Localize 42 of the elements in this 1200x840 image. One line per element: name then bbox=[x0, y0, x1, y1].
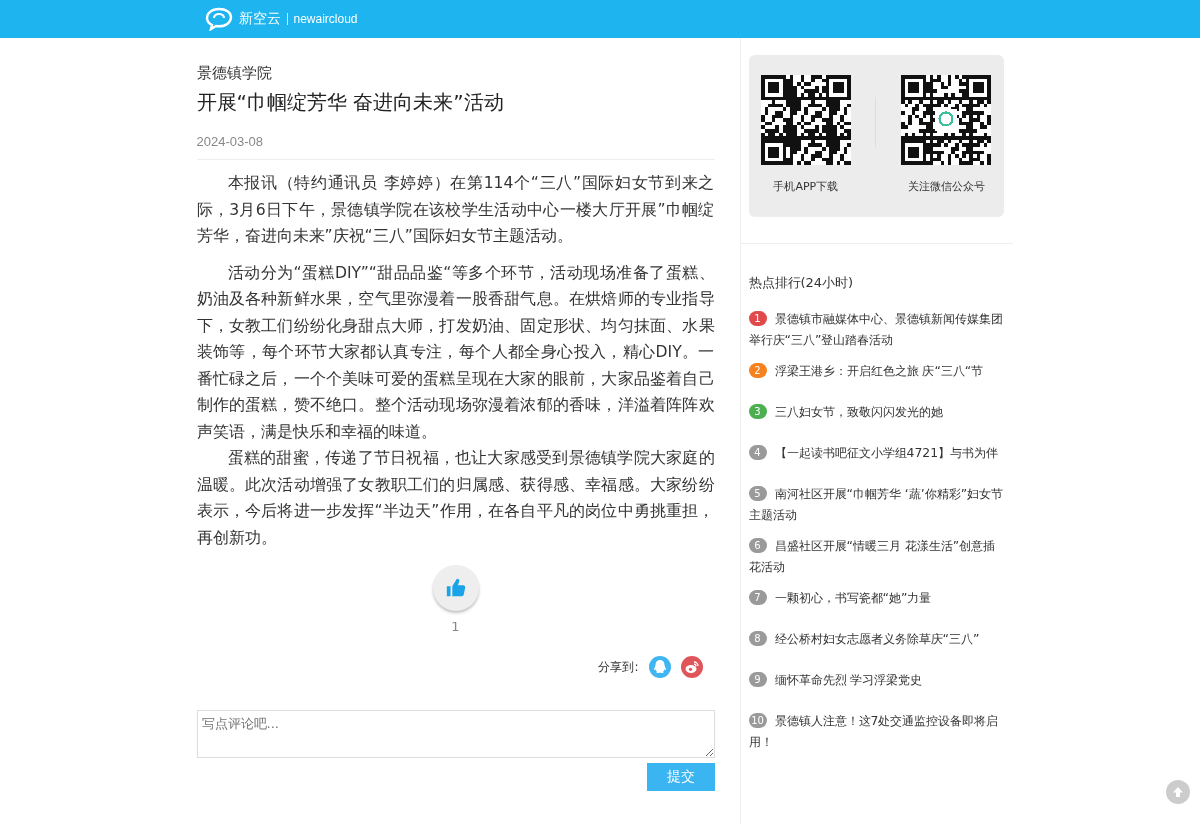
article-date: 2024-03-08 bbox=[196, 134, 715, 160]
qr-code-icon bbox=[760, 75, 851, 165]
brand-name-latin: newaircloud bbox=[293, 12, 358, 26]
cloud-logo-icon bbox=[204, 7, 233, 31]
back-to-top-button[interactable] bbox=[1166, 780, 1190, 804]
rank-badge: 3 bbox=[748, 404, 767, 419]
article-paragraph: 本报讯（特约通讯员 李婷婷）在第114个“三八”国际妇女节到来之际，3月6日下午，景德镇学院在该校学生活动中心一楼大厅开展”巾帼绽芳华，奋进向未来”庆祝“三八”国际妇女节主题活动。 bbox=[196, 173, 715, 247]
qr-caption: 手机APP下载 bbox=[773, 179, 839, 194]
ranking-link[interactable]: 9 缅怀革命先烈 学习浮梁党史 bbox=[748, 669, 1005, 690]
ranking-link[interactable]: 8 经公桥村妇女志愿者义务除草庆“三八” bbox=[748, 628, 1005, 649]
ranking-link[interactable]: 4 【一起读书吧征文小学组4721】与书为伴 bbox=[748, 442, 1005, 463]
ranking-link[interactable]: 10 景德镇人注意！这7处交通监控设备即将启用！ bbox=[748, 710, 1005, 752]
arrow-up-icon bbox=[1172, 786, 1184, 798]
like-button[interactable] bbox=[432, 565, 479, 611]
brand-name: 新空云 bbox=[238, 10, 281, 28]
share-label: 分享到: bbox=[598, 658, 639, 676]
rank-badge: 8 bbox=[748, 631, 767, 646]
ranking-link[interactable]: 6 昌盛社区开展“情暖三月 花漾生活”创意插花活动 bbox=[748, 535, 1005, 577]
ranking-heading: 热点排行(24小时) bbox=[740, 243, 1013, 292]
like-count: 1 bbox=[451, 619, 460, 634]
comment-field[interactable]: 写点评论吧... bbox=[196, 710, 715, 758]
rank-badge: 9 bbox=[748, 672, 767, 687]
ranking-link[interactable]: 2 浮梁王港乡：开启红色之旅 庆“三八“节 bbox=[748, 360, 1005, 381]
ranking-link[interactable]: 1 景德镇市融媒体中心、景德镇新闻传媒集团举行庆“三八”登山踏春活动 bbox=[748, 308, 1005, 350]
ranking-link[interactable]: 7 一颗初心，书写瓷都“她”力量 bbox=[748, 587, 1005, 608]
ranking-link[interactable]: 3 三八妇女节，致敬闪闪发光的她 bbox=[748, 401, 1005, 422]
rank-badge: 2 bbox=[748, 363, 767, 378]
rank-badge: 1 bbox=[748, 311, 767, 326]
qr-code-icon bbox=[901, 75, 992, 165]
article-paragraph: 蛋糕的甜蜜，传递了节日祝福，也让大家感受到景德镇学院大家庭的温暖。此次活动增强了女教职工们的归属感、获得感、幸福感。大家纷纷表示，今后将进一步发挥“半边天”作用，在各自平凡的岗位中勇挑重担，再创新功。 bbox=[196, 448, 715, 549]
qr-caption: 关注微信公众号 bbox=[907, 179, 985, 194]
penguin-icon[interactable] bbox=[648, 656, 671, 678]
article-source: 景德镇学院 bbox=[196, 64, 273, 83]
rank-badge: 5 bbox=[748, 486, 767, 501]
ranking-link[interactable]: 5 南河社区开展“巾帼芳华 ‘蔬’你精彩”妇女节主题活动 bbox=[748, 483, 1005, 525]
rank-badge: 10 bbox=[748, 713, 767, 728]
thumbs-up-icon bbox=[444, 577, 467, 599]
rank-badge: 6 bbox=[748, 538, 767, 553]
article-title: 开展“巾帼绽芳华 奋进向未来”活动 bbox=[196, 89, 505, 116]
rank-badge: 7 bbox=[748, 590, 767, 605]
rank-badge: 4 bbox=[748, 445, 767, 460]
article-paragraph: 活动分为“蛋糕DIY”“甜品品鉴“等多个环节，活动现场准备了蛋糕、奶油及各种新鲜水果，空气里弥漫着一股香甜气息。在烘焙师的专业指导下，女教工们纷纷化身甜点大师，打发奶油、固定形状、均匀抹面、水果装饰等，每个环节大家都认真专注，每个人都全身心投入，精心DIY。一番忙碌之后，一个个美味可爱的蛋糕呈现在大家的眼前，大家品鉴着自己制作的蛋糕，赞不绝口。整个活动现场弥漫着浓郁的香味，洋溢着阵阵欢声笑语，满是快乐和幸福的味道。 bbox=[196, 262, 715, 443]
